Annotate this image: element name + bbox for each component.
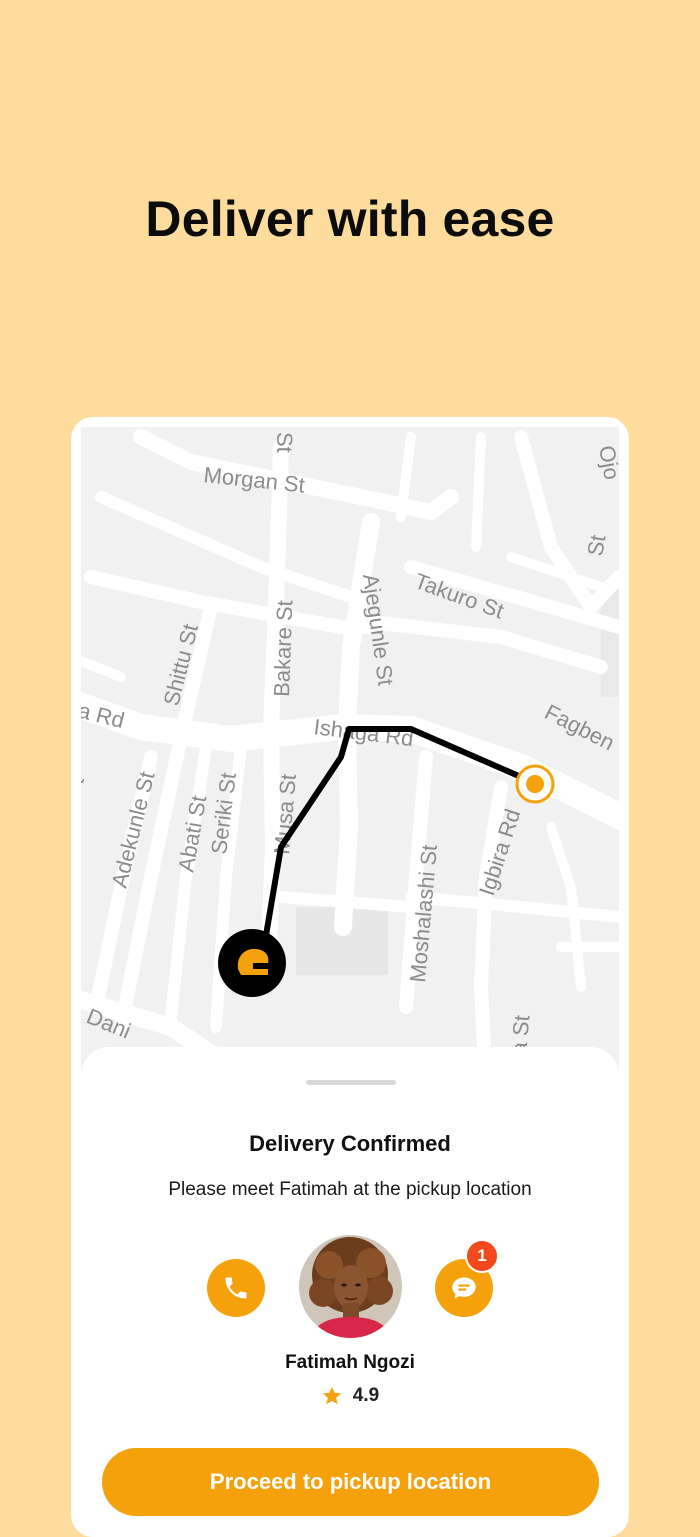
courier-rating: 4.9 [81,1385,619,1407]
unread-badge: 1 [465,1239,499,1273]
helmet-icon[interactable] [218,929,286,997]
avatar [299,1235,402,1338]
map-view[interactable]: Morgan St St Ojo St Takuro St Shittu St … [81,427,619,1087]
sheet-title: Delivery Confirmed [249,1131,451,1156]
sheet-subtitle: Please meet Fatimah at the pickup locati… [168,1179,532,1200]
location-target-icon[interactable] [515,764,555,804]
street-label: Bakare St [269,600,297,697]
hero-title: Deliver with ease [145,191,555,247]
street-label: St [582,533,610,558]
map-streets: Morgan St St Ojo St Takuro St Shittu St … [81,427,619,1087]
phone-card: Morgan St St Ojo St Takuro St Shittu St … [71,417,629,1537]
proceed-button[interactable]: Proceed to pickup location [102,1448,599,1516]
chat-icon [452,1277,476,1299]
bottom-sheet: Delivery Confirmed Please meet Fatimah a… [81,1047,619,1537]
phone-icon [225,1277,247,1299]
street-label: St [272,432,297,453]
courier-name: Fatimah Ngozi [285,1352,415,1373]
call-button[interactable] [207,1259,265,1317]
drag-handle[interactable] [306,1080,396,1085]
star-icon [322,1386,341,1405]
rating-value: 4.9 [352,1385,380,1406]
